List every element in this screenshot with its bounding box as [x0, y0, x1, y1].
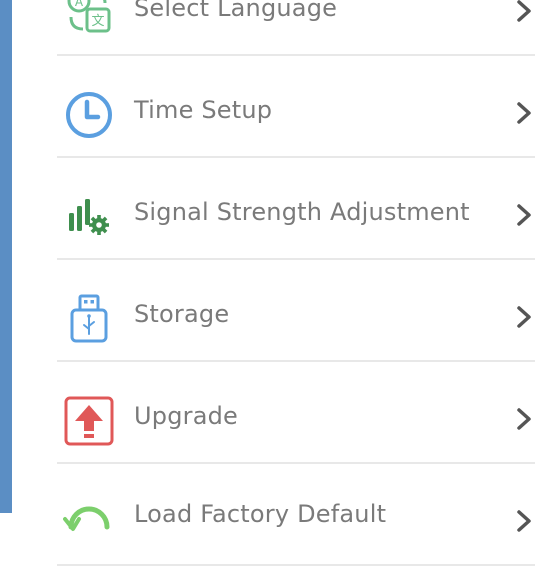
menu-item-upgrade[interactable]: Upgrade	[57, 362, 535, 464]
svg-text:文: 文	[91, 14, 104, 29]
menu-item-label: Time Setup	[134, 96, 273, 124]
left-edge-bar	[0, 0, 12, 513]
menu-item-load-factory-default[interactable]: Load Factory Default	[57, 464, 535, 566]
menu-item-label: Upgrade	[134, 402, 239, 430]
menu-item-time-setup[interactable]: Time Setup	[57, 56, 535, 158]
chevron-right-icon	[517, 0, 531, 22]
settings-menu: A 文 Select Language Time Setup Signal St…	[57, 0, 535, 566]
usb-drive-icon	[63, 293, 115, 345]
signal-settings-icon	[63, 191, 115, 243]
chevron-right-icon	[517, 102, 531, 124]
menu-item-select-language[interactable]: A 文 Select Language	[57, 0, 535, 56]
svg-text:A: A	[75, 0, 84, 9]
menu-item-signal-strength[interactable]: Signal Strength Adjustment	[57, 158, 535, 260]
upgrade-arrow-icon	[63, 395, 115, 447]
chevron-right-icon	[517, 204, 531, 226]
clock-icon	[63, 89, 115, 141]
menu-item-label: Signal Strength Adjustment	[134, 198, 470, 226]
menu-item-label: Storage	[134, 300, 230, 328]
chevron-right-icon	[517, 510, 531, 532]
menu-item-label: Select Language	[134, 0, 338, 22]
chevron-right-icon	[517, 306, 531, 328]
translate-icon: A 文	[63, 0, 115, 39]
chevron-right-icon	[517, 408, 531, 430]
menu-item-storage[interactable]: Storage	[57, 260, 535, 362]
menu-item-label: Load Factory Default	[134, 500, 387, 528]
reset-icon	[63, 497, 115, 549]
